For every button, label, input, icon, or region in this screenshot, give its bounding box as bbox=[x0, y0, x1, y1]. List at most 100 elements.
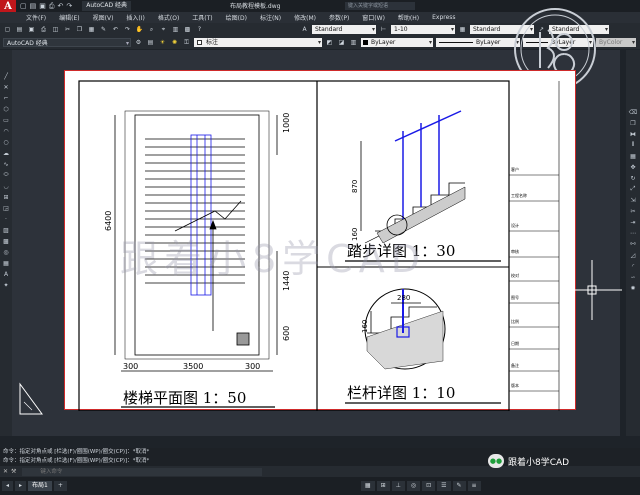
help-icon[interactable]: ? bbox=[195, 25, 204, 34]
rectangle-icon[interactable]: ▭ bbox=[2, 116, 10, 124]
nav-prev-icon[interactable]: ◂ bbox=[2, 481, 14, 491]
stretch-icon[interactable]: ⇲ bbox=[629, 196, 637, 204]
spline-icon[interactable]: ∿ bbox=[2, 160, 10, 168]
color-dropdown[interactable]: ByLayer bbox=[361, 38, 433, 47]
construction-line-icon[interactable]: ✕ bbox=[2, 83, 10, 91]
open-icon[interactable]: ▤ bbox=[15, 25, 24, 34]
ellipse-arc-icon[interactable]: ◡ bbox=[2, 182, 10, 190]
break-icon[interactable]: ⋯ bbox=[629, 229, 637, 237]
add-selected-icon[interactable]: ✦ bbox=[2, 281, 10, 289]
copy-icon[interactable]: ❐ bbox=[75, 25, 84, 34]
annotation-icon[interactable]: ✎ bbox=[452, 481, 466, 491]
menu-parametric[interactable]: 参数(P) bbox=[329, 13, 349, 22]
save-icon[interactable]: ▣ bbox=[27, 25, 36, 34]
layer-dropdown[interactable]: 标注 bbox=[194, 38, 322, 47]
paper-sheet[interactable]: 6400 1000 1440 600 3500 300 300 楼梯平面图 1：… bbox=[64, 70, 576, 411]
circle-icon[interactable]: ○ bbox=[2, 138, 10, 146]
erase-icon[interactable]: ⌫ bbox=[629, 108, 637, 116]
search-input[interactable]: 键入关键字或短语 bbox=[345, 2, 415, 10]
customize-icon[interactable]: ≡ bbox=[467, 481, 481, 491]
cut-icon[interactable]: ✂ bbox=[63, 25, 72, 34]
open-icon[interactable]: ▤ bbox=[30, 2, 37, 11]
grid-icon[interactable]: ▦ bbox=[360, 481, 375, 491]
menu-view[interactable]: 视图(V) bbox=[93, 13, 114, 22]
undo-icon[interactable]: ↶ bbox=[57, 2, 63, 11]
ellipse-icon[interactable]: ⬭ bbox=[2, 171, 10, 179]
lineweight-icon[interactable]: ☰ bbox=[437, 481, 451, 491]
zoom-icon[interactable]: ⌕ bbox=[147, 25, 156, 34]
paste-icon[interactable]: ▦ bbox=[87, 25, 96, 34]
redo-icon[interactable]: ↷ bbox=[123, 25, 132, 34]
gradient-icon[interactable]: ▩ bbox=[2, 237, 10, 245]
mirror-icon[interactable]: ⧓ bbox=[629, 130, 637, 138]
line-icon[interactable]: ╱ bbox=[2, 72, 10, 80]
add-layout-icon[interactable]: + bbox=[53, 481, 67, 491]
workspace-dropdown[interactable]: AutoCAD 经典 bbox=[3, 38, 131, 47]
point-icon[interactable]: · bbox=[2, 215, 10, 223]
plotstyle-dropdown[interactable]: ByColor bbox=[596, 38, 636, 47]
offset-icon[interactable]: ⫴ bbox=[629, 141, 637, 149]
redo-icon[interactable]: ↷ bbox=[66, 2, 72, 11]
linetype-dropdown[interactable]: ByLayer bbox=[436, 38, 520, 47]
layer-state-icon[interactable]: ▥ bbox=[349, 38, 358, 47]
make-block-icon[interactable]: ◲ bbox=[2, 204, 10, 212]
text-style-dropdown[interactable]: Standard bbox=[312, 25, 376, 34]
trim-icon[interactable]: ✂ bbox=[629, 207, 637, 215]
dim-style-dropdown[interactable]: 1-10 bbox=[391, 25, 455, 34]
scale-icon[interactable]: ⤢ bbox=[629, 185, 637, 193]
copy-object-icon[interactable]: ❐ bbox=[629, 119, 637, 127]
new-icon[interactable]: ▢ bbox=[3, 25, 12, 34]
drawing-canvas[interactable]: 6400 1000 1440 600 3500 300 300 楼梯平面图 1：… bbox=[12, 8, 622, 436]
mtext-icon[interactable]: A bbox=[2, 270, 10, 278]
menu-tools[interactable]: 工具(T) bbox=[192, 13, 212, 22]
print-icon[interactable]: ⎙ bbox=[39, 25, 48, 34]
menu-insert[interactable]: 插入(I) bbox=[126, 13, 144, 22]
nav-next-icon[interactable]: ▸ bbox=[15, 481, 27, 491]
extend-icon[interactable]: ⇥ bbox=[629, 218, 637, 226]
properties-icon[interactable]: ▥ bbox=[171, 25, 180, 34]
tab-layout-1[interactable]: 布局1 bbox=[28, 481, 52, 491]
preview-icon[interactable]: ◫ bbox=[51, 25, 60, 34]
osnap-icon[interactable]: ⊡ bbox=[422, 481, 436, 491]
polygon-icon[interactable]: ⬡ bbox=[2, 105, 10, 113]
menu-format[interactable]: 格式(O) bbox=[158, 13, 179, 22]
menu-draw[interactable]: 绘图(D) bbox=[226, 13, 247, 22]
menu-dimension[interactable]: 标注(N) bbox=[260, 13, 281, 22]
blend-icon[interactable]: ∽ bbox=[629, 273, 637, 281]
menu-modify[interactable]: 修改(M) bbox=[294, 13, 316, 22]
zoom-previous-icon[interactable]: ⌖ bbox=[159, 25, 168, 34]
undo-icon[interactable]: ↶ bbox=[111, 25, 120, 34]
make-current-icon[interactable]: ◩ bbox=[325, 38, 334, 47]
fillet-icon[interactable]: ◜ bbox=[629, 262, 637, 270]
menu-help[interactable]: 帮助(H) bbox=[398, 13, 419, 22]
chamfer-icon[interactable]: ◿ bbox=[629, 251, 637, 259]
polyline-icon[interactable]: ⌐ bbox=[2, 94, 10, 102]
layer-properties-icon[interactable]: ▤ bbox=[146, 38, 155, 47]
match-properties-icon[interactable]: ✎ bbox=[99, 25, 108, 34]
layer-previous-icon[interactable]: ◪ bbox=[337, 38, 346, 47]
menu-file[interactable]: 文件(F) bbox=[26, 13, 46, 22]
save-icon[interactable]: ▣ bbox=[39, 2, 46, 11]
arc-icon[interactable]: ◠ bbox=[2, 127, 10, 135]
menu-edit[interactable]: 编辑(E) bbox=[59, 13, 79, 22]
wrench-icon[interactable]: ⚒ bbox=[11, 468, 16, 475]
autocad-logo-icon[interactable]: A bbox=[0, 0, 16, 12]
gear-icon[interactable]: ⚙ bbox=[134, 38, 143, 47]
join-icon[interactable]: ⧟ bbox=[629, 240, 637, 248]
hatch-icon[interactable]: ▨ bbox=[2, 226, 10, 234]
close-icon[interactable]: ✕ bbox=[3, 468, 8, 475]
array-icon[interactable]: ▦ bbox=[629, 152, 637, 160]
workspace-switcher[interactable]: AutoCAD 经典 bbox=[82, 1, 131, 11]
insert-block-icon[interactable]: ⊞ bbox=[2, 193, 10, 201]
explode-icon[interactable]: ✸ bbox=[629, 284, 637, 292]
new-icon[interactable]: ▢ bbox=[20, 2, 27, 11]
revision-cloud-icon[interactable]: ☁ bbox=[2, 149, 10, 157]
lightbulb-icon[interactable]: ☀ bbox=[158, 38, 167, 47]
unlock-icon[interactable]: ⚿ bbox=[182, 38, 191, 47]
sun-icon[interactable]: ✺ bbox=[170, 38, 179, 47]
move-icon[interactable]: ✥ bbox=[629, 163, 637, 171]
menu-window[interactable]: 窗口(W) bbox=[362, 13, 385, 22]
snap-icon[interactable]: ⊞ bbox=[376, 481, 390, 491]
region-icon[interactable]: ◎ bbox=[2, 248, 10, 256]
ortho-icon[interactable]: ⊥ bbox=[391, 481, 405, 491]
